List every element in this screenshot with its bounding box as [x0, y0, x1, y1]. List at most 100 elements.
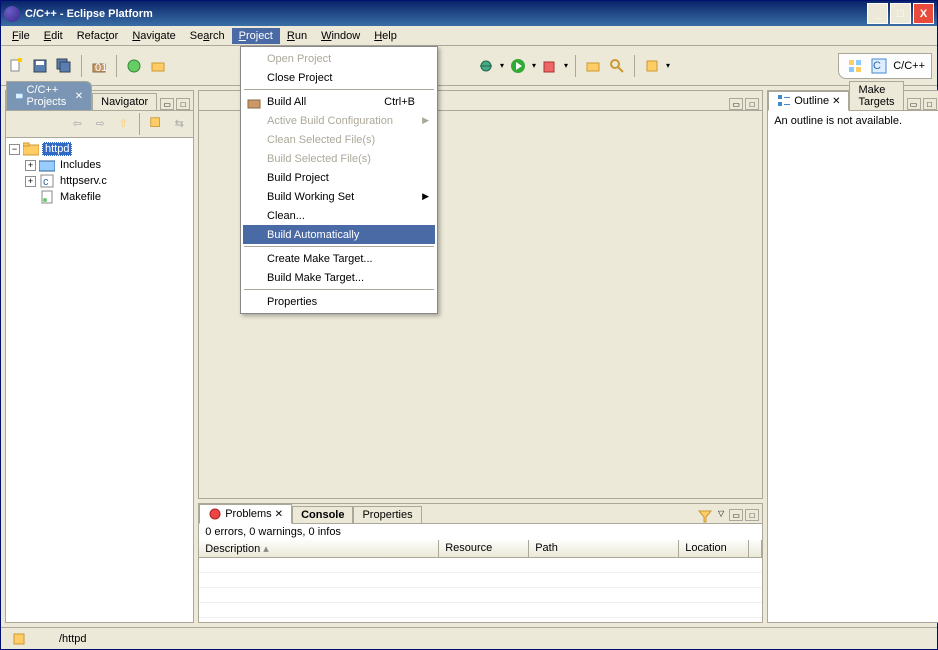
- menu-active-build-config[interactable]: Active Build Configuration▶: [243, 111, 435, 130]
- table-row[interactable]: [199, 603, 762, 618]
- close-button[interactable]: X: [913, 3, 934, 24]
- up-icon[interactable]: ⇧: [113, 113, 133, 133]
- col-description[interactable]: Description ▴: [199, 540, 439, 557]
- build-icon[interactable]: 010: [89, 56, 109, 76]
- cpp-perspective-icon[interactable]: C: [869, 56, 889, 76]
- save-icon[interactable]: [30, 56, 50, 76]
- menu-build-project[interactable]: Build Project: [243, 168, 435, 187]
- menu-properties[interactable]: Properties: [243, 292, 435, 311]
- menu-open-project[interactable]: Open Project: [243, 49, 435, 68]
- tab-navigator[interactable]: Navigator: [92, 93, 157, 110]
- minimize-panel-button[interactable]: ▭: [907, 98, 921, 110]
- open-perspective-icon[interactable]: [845, 56, 865, 76]
- new-icon[interactable]: [6, 56, 26, 76]
- status-icon[interactable]: [9, 629, 29, 649]
- menu-navigate[interactable]: Navigate: [125, 28, 182, 44]
- open-type-icon[interactable]: [583, 56, 603, 76]
- dropdown-arrow-icon[interactable]: ▾: [500, 61, 504, 70]
- tree-label[interactable]: httpd: [42, 142, 72, 156]
- table-row[interactable]: [199, 588, 762, 603]
- tree-collapse-icon[interactable]: −: [9, 144, 20, 155]
- problems-status: 0 errors, 0 warnings, 0 infos: [199, 524, 762, 540]
- c-file-icon: c: [39, 173, 55, 189]
- tree-label[interactable]: Makefile: [58, 191, 103, 203]
- menu-run[interactable]: Run: [280, 28, 314, 44]
- menu-project[interactable]: Project: [232, 28, 280, 44]
- minimize-button[interactable]: _: [867, 3, 888, 24]
- tree-expand-icon[interactable]: +: [25, 160, 36, 171]
- tab-problems[interactable]: Problems ✕: [199, 504, 292, 524]
- menu-edit[interactable]: Edit: [37, 28, 70, 44]
- minimize-panel-button[interactable]: ▭: [729, 98, 743, 110]
- run-icon[interactable]: [508, 56, 528, 76]
- table-row[interactable]: [199, 558, 762, 573]
- menu-build-automatically[interactable]: Build Automatically: [243, 225, 435, 244]
- dropdown-arrow-icon[interactable]: ▾: [564, 61, 568, 70]
- dropdown-arrow-icon[interactable]: ▾: [666, 61, 670, 70]
- link-editor-icon[interactable]: ⇆: [169, 113, 189, 133]
- project-tree[interactable]: − httpd + Includes + c httpserv.c: [6, 138, 193, 622]
- menu-close-project[interactable]: Close Project: [243, 68, 435, 87]
- col-path[interactable]: Path: [529, 540, 679, 557]
- menu-build-selected[interactable]: Build Selected File(s): [243, 149, 435, 168]
- filter-icon[interactable]: [697, 509, 713, 523]
- maximize-panel-button[interactable]: □: [745, 98, 759, 110]
- tree-includes[interactable]: + Includes: [9, 157, 190, 173]
- problems-body: 0 errors, 0 warnings, 0 infos Descriptio…: [199, 524, 762, 622]
- titlebar[interactable]: C/C++ - Eclipse Platform _ □ X: [1, 1, 937, 26]
- external-tools-icon[interactable]: [540, 56, 560, 76]
- menu-separator: [244, 89, 434, 90]
- menu-build-all[interactable]: Build All Ctrl+B: [243, 92, 435, 111]
- dropdown-arrow-icon[interactable]: ▾: [532, 61, 536, 70]
- outline-empty-text: An outline is not available.: [768, 111, 938, 131]
- maximize-button[interactable]: □: [890, 3, 911, 24]
- close-icon[interactable]: ✕: [275, 509, 283, 520]
- tab-make-targets[interactable]: Make Targets: [849, 81, 903, 110]
- close-icon[interactable]: ✕: [75, 91, 83, 102]
- menu-build-make-target[interactable]: Build Make Target...: [243, 268, 435, 287]
- new-folder-icon[interactable]: [148, 56, 168, 76]
- menu-clean[interactable]: Clean...: [243, 206, 435, 225]
- collapse-all-icon[interactable]: [146, 113, 166, 133]
- menu-create-make-target[interactable]: Create Make Target...: [243, 249, 435, 268]
- tree-label[interactable]: Includes: [58, 159, 103, 171]
- menu-window[interactable]: Window: [314, 28, 367, 44]
- perspective-label[interactable]: C/C++: [893, 60, 925, 72]
- tree-httpserv[interactable]: + c httpserv.c: [9, 173, 190, 189]
- forward-icon[interactable]: ⇨: [90, 113, 110, 133]
- col-resource[interactable]: Resource: [439, 540, 529, 557]
- problems-rows[interactable]: [199, 558, 762, 622]
- table-row[interactable]: [199, 573, 762, 588]
- close-icon[interactable]: ✕: [832, 96, 840, 107]
- view-menu-icon[interactable]: ▽: [715, 509, 727, 523]
- menu-refactor[interactable]: Refactor: [70, 28, 126, 44]
- menu-help[interactable]: Help: [367, 28, 404, 44]
- tree-makefile[interactable]: Makefile: [9, 189, 190, 205]
- tree-root[interactable]: − httpd: [9, 141, 190, 157]
- new-class-icon[interactable]: [124, 56, 144, 76]
- maximize-panel-button[interactable]: □: [176, 98, 190, 110]
- save-all-icon[interactable]: [54, 56, 74, 76]
- tree-expand-icon[interactable]: +: [25, 176, 36, 187]
- tab-outline[interactable]: Outline ✕: [768, 91, 849, 111]
- toolbar-separator: [634, 55, 635, 77]
- debug-icon[interactable]: [476, 56, 496, 76]
- menu-file[interactable]: File: [5, 28, 37, 44]
- toolbar-separator: [116, 55, 117, 77]
- search-icon[interactable]: [607, 56, 627, 76]
- maximize-panel-button[interactable]: □: [745, 509, 759, 521]
- minimize-panel-button[interactable]: ▭: [729, 509, 743, 521]
- tab-properties[interactable]: Properties: [353, 506, 421, 523]
- menu-build-working-set[interactable]: Build Working Set▶: [243, 187, 435, 206]
- col-location[interactable]: Location: [679, 540, 749, 557]
- annotation-icon[interactable]: [642, 56, 662, 76]
- minimize-panel-button[interactable]: ▭: [160, 98, 174, 110]
- menu-search[interactable]: Search: [183, 28, 232, 44]
- submenu-arrow-icon: ▶: [422, 115, 429, 126]
- tab-cpp-projects[interactable]: C/C++ Projects ✕: [6, 81, 92, 110]
- maximize-panel-button[interactable]: □: [923, 98, 937, 110]
- tab-console[interactable]: Console: [292, 506, 353, 523]
- menu-clean-selected[interactable]: Clean Selected File(s): [243, 130, 435, 149]
- back-icon[interactable]: ⇦: [67, 113, 87, 133]
- tree-label[interactable]: httpserv.c: [58, 175, 109, 187]
